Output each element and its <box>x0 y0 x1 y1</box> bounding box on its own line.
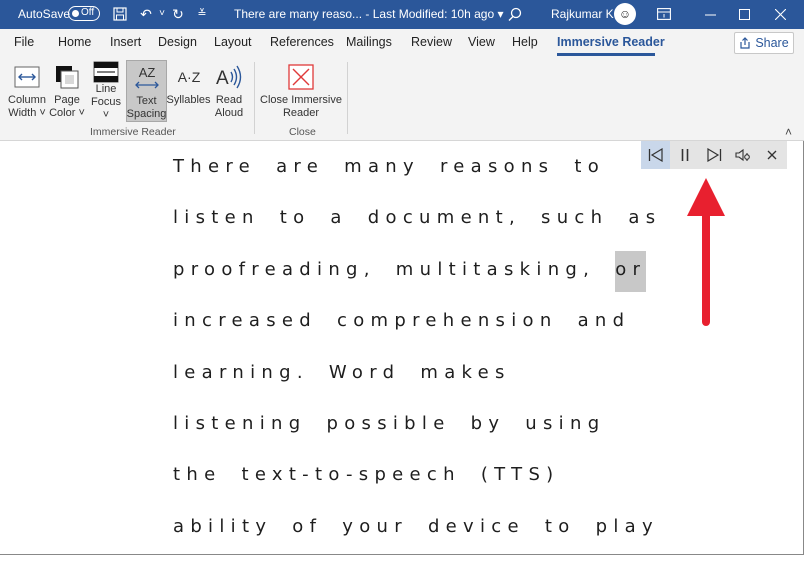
tab-mailings[interactable]: Mailings <box>346 35 392 49</box>
text-line: learning. Word makes <box>173 361 511 383</box>
syllables-button[interactable]: A·Z Syllables <box>166 60 211 122</box>
tab-file[interactable]: File <box>14 35 34 49</box>
column-width-label-2: Width ˅ <box>8 107 46 119</box>
avatar[interactable]: ☺ <box>614 3 636 25</box>
tab-design[interactable]: Design <box>158 35 197 49</box>
reading-text: There are many reasons to listen to a do… <box>173 155 661 566</box>
page-color-label-2: Color ˅ <box>49 107 85 119</box>
text-line: listening possible by using <box>173 412 606 434</box>
ribbon: Column Width ˅ Page Color ˅ Line Focus ˅… <box>0 58 804 141</box>
autosave-label: AutoSave <box>18 7 71 21</box>
previous-paragraph-icon[interactable] <box>641 141 670 169</box>
share-label: Share <box>755 36 789 50</box>
close-icon[interactable] <box>757 141 786 169</box>
page-color-button[interactable]: Page Color ˅ <box>49 60 85 122</box>
document-area: There are many reasons to listen to a do… <box>0 141 804 555</box>
read-aloud-controls <box>641 141 787 169</box>
close-reader-label-2: Reader <box>282 107 320 119</box>
close-immersive-reader-button[interactable]: Close Immersive Reader <box>260 60 342 122</box>
redo-icon[interactable]: ↻ <box>168 4 188 24</box>
read-aloud-label-2: Aloud <box>214 107 244 119</box>
group-separator <box>347 62 348 134</box>
group-label-immersive-reader: Immersive Reader <box>90 126 176 138</box>
line-focus-icon <box>88 60 124 83</box>
text-line: listen to a document, such as <box>173 207 662 229</box>
tab-view[interactable]: View <box>468 35 495 49</box>
tab-insert[interactable]: Insert <box>110 35 141 49</box>
customize-qat-icon[interactable]: ≚ <box>192 4 212 24</box>
svg-text:AZ: AZ <box>138 65 155 80</box>
column-width-icon <box>6 60 48 94</box>
close-icon[interactable] <box>770 4 790 24</box>
text-line: There are many reasons to <box>173 156 606 177</box>
close-reader-label-1: Close Immersive <box>260 94 342 106</box>
highlighted-word: or <box>615 250 647 292</box>
text-spacing-label-1: Text <box>136 95 157 107</box>
read-aloud-button[interactable]: A Read Aloud <box>212 60 246 122</box>
next-paragraph-icon[interactable] <box>699 141 728 169</box>
maximize-icon[interactable] <box>734 4 754 24</box>
pause-icon[interactable] <box>670 141 699 169</box>
svg-text:A·Z: A·Z <box>177 69 200 85</box>
text-spacing-icon: AZ <box>127 61 166 95</box>
read-aloud-label-1: Read <box>215 94 243 106</box>
annotation-arrow <box>687 178 725 326</box>
read-aloud-icon: A <box>212 60 246 94</box>
page-color-icon <box>49 60 85 94</box>
page-color-label-1: Page <box>54 94 80 106</box>
autosave-toggle[interactable]: Off <box>68 6 100 21</box>
text-line: ability of your device to play <box>173 515 659 537</box>
share-button[interactable]: Share <box>734 32 794 54</box>
autosave-state: Off <box>81 7 95 18</box>
syllables-icon: A·Z <box>167 60 210 94</box>
line-focus-label-2: Focus ˅ <box>91 96 121 121</box>
ribbon-display-icon[interactable] <box>654 4 674 24</box>
syllables-label: Syllables <box>166 94 211 106</box>
svg-text:A: A <box>216 68 229 89</box>
text-line: increased comprehension and <box>173 310 631 332</box>
group-separator <box>254 62 255 134</box>
text-spacing-button[interactable]: AZ Text Spacing <box>126 60 167 122</box>
document-title[interactable]: There are many reaso... - Last Modified:… <box>234 7 504 21</box>
tab-home[interactable]: Home <box>58 35 91 49</box>
column-width-label-1: Column <box>8 94 46 106</box>
group-label-close: Close <box>289 126 316 138</box>
tab-review[interactable]: Review <box>411 35 452 49</box>
search-icon[interactable] <box>505 4 525 24</box>
text-line: proofreading, multitasking, or <box>173 250 661 309</box>
line-focus-button[interactable]: Line Focus ˅ <box>88 60 124 122</box>
text-spacing-label-2: Spacing <box>126 108 167 120</box>
tab-layout[interactable]: Layout <box>214 35 252 49</box>
title-bar: AutoSave Off ↶ ˅ ↻ ≚ There are many reas… <box>0 0 804 29</box>
column-width-button[interactable]: Column Width ˅ <box>6 60 48 122</box>
tab-help[interactable]: Help <box>512 35 538 49</box>
text-line: the text-to-speech (TTS) <box>173 464 560 486</box>
text-line-content: proofreading, multitasking, <box>173 258 596 280</box>
save-icon[interactable] <box>110 4 130 24</box>
collapse-ribbon-icon[interactable]: ˄ <box>785 125 792 139</box>
active-tab-underline <box>557 53 655 56</box>
toggle-knob <box>72 10 79 17</box>
tab-references[interactable]: References <box>270 35 334 49</box>
minimize-icon[interactable] <box>700 4 720 24</box>
tab-immersive-reader[interactable]: Immersive Reader <box>557 35 665 49</box>
line-focus-label-1: Line <box>95 83 117 95</box>
share-icon <box>740 37 750 49</box>
menu-bar: File Home Insert Design Layout Reference… <box>0 29 804 58</box>
close-reader-icon <box>260 60 342 94</box>
user-name[interactable]: Rajkumar K <box>551 7 614 21</box>
voice-settings-icon[interactable] <box>728 141 757 169</box>
